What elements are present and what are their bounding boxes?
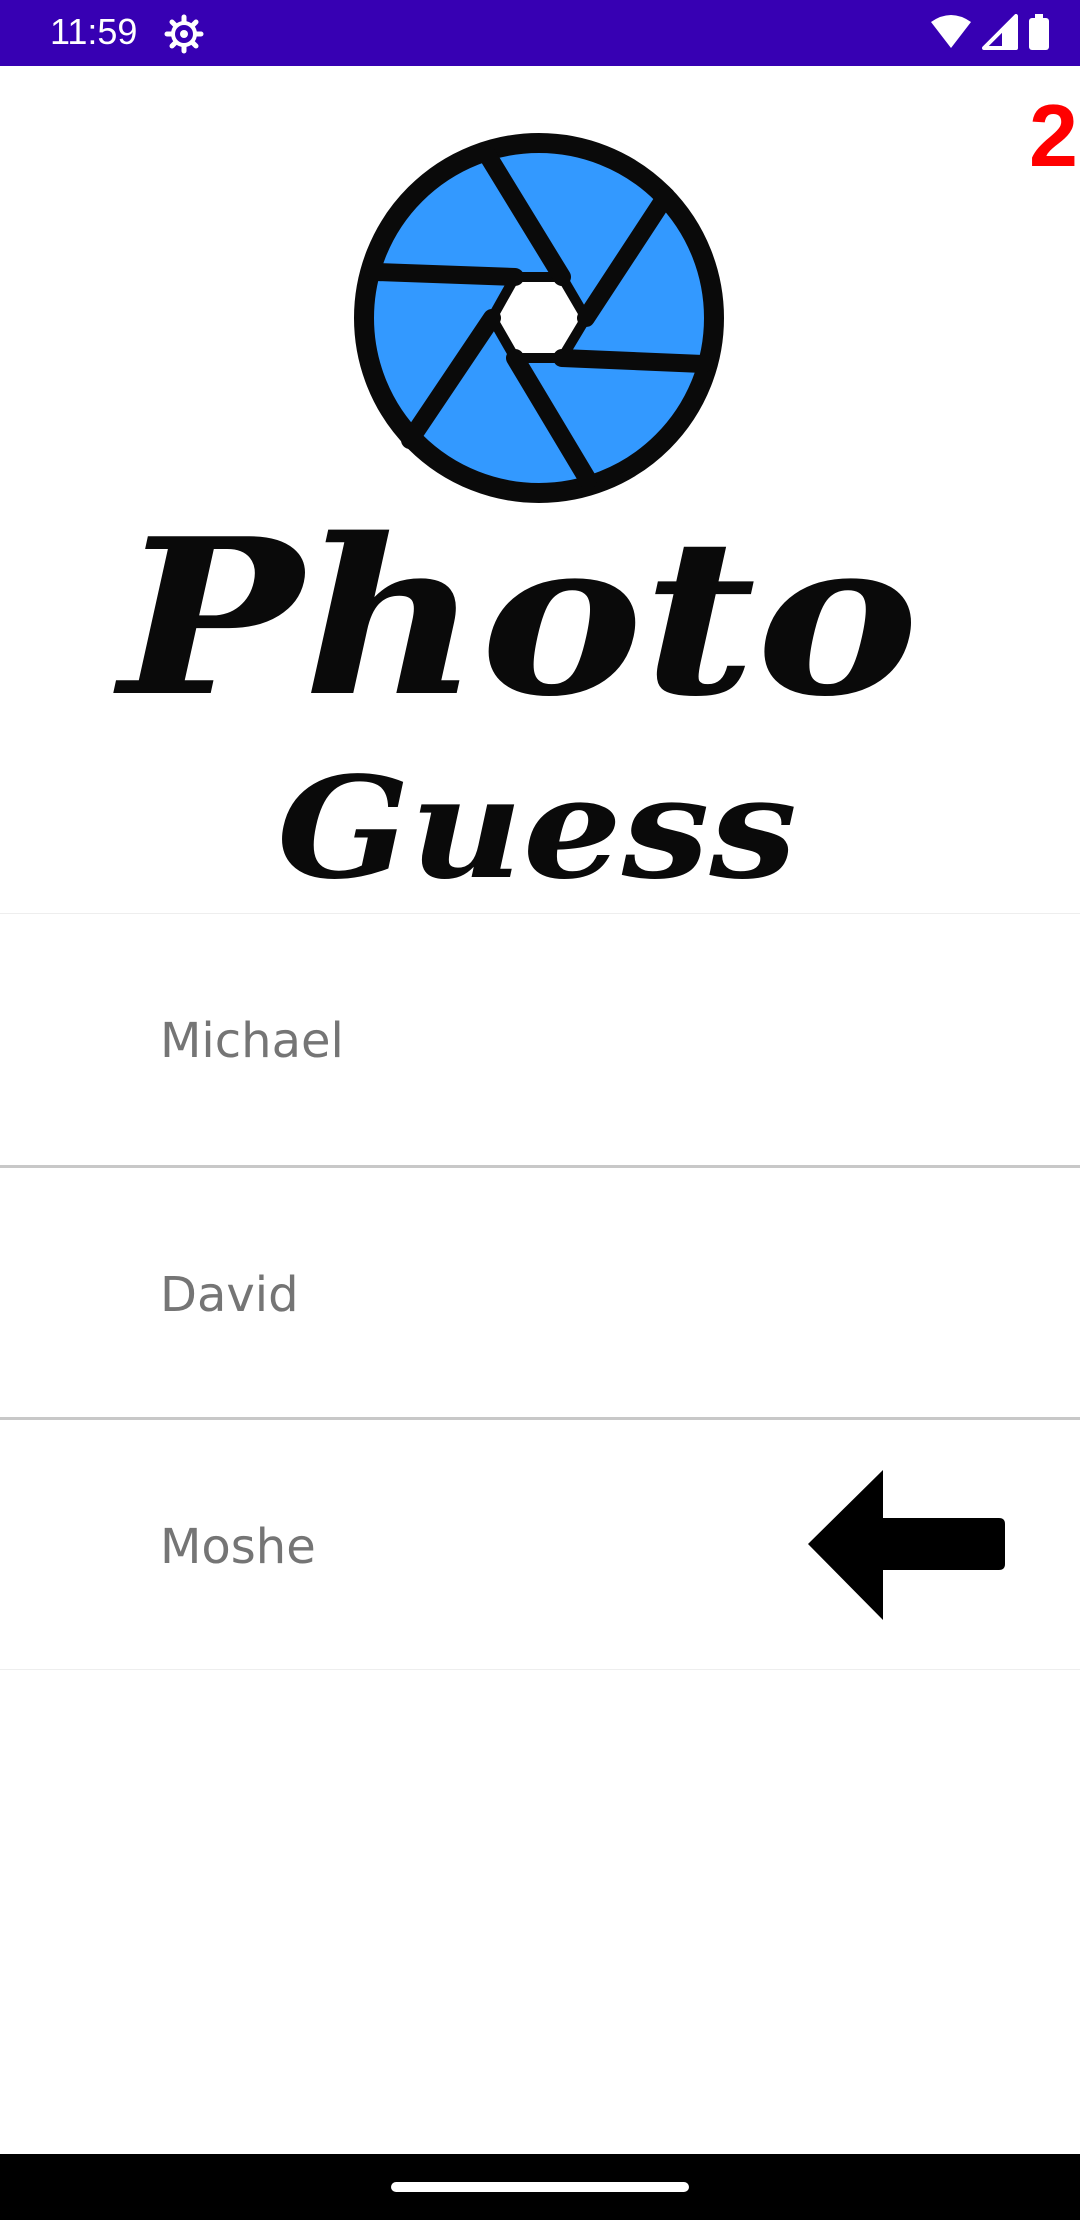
name-option-label: Moshe [160, 1519, 316, 1575]
signal-icon [982, 14, 1018, 54]
status-bar: 11:59 [0, 0, 1080, 66]
left-arrow-icon [805, 1470, 1020, 1630]
name-options-list: Michael David Moshe [0, 913, 1080, 1670]
name-option-david[interactable]: David [0, 1165, 1080, 1417]
wifi-icon [930, 14, 972, 54]
battery-icon [1028, 14, 1050, 54]
status-icons [930, 14, 1050, 54]
round-counter: 2 [1029, 86, 1078, 185]
status-time: 11:59 [50, 11, 138, 52]
settings-icon [164, 14, 204, 54]
name-option-label: Michael [160, 1013, 344, 1069]
name-option-moshe[interactable]: Moshe [0, 1417, 1080, 1669]
name-option-michael[interactable]: Michael [0, 913, 1080, 1165]
list-divider [0, 1669, 1080, 1670]
home-gesture-handle[interactable] [391, 2182, 689, 2192]
camera-shutter-icon: Photo Guess [112, 133, 919, 911]
app-screen: Photo Guess 2 Michael David Moshe [0, 66, 1080, 2154]
logo-word-guess: Guess [277, 747, 797, 911]
logo-word-photo: Photo [112, 491, 919, 744]
navigation-bar [0, 2154, 1080, 2220]
photo-guess-logo: Photo Guess [100, 96, 940, 936]
name-option-label: David [160, 1267, 299, 1323]
